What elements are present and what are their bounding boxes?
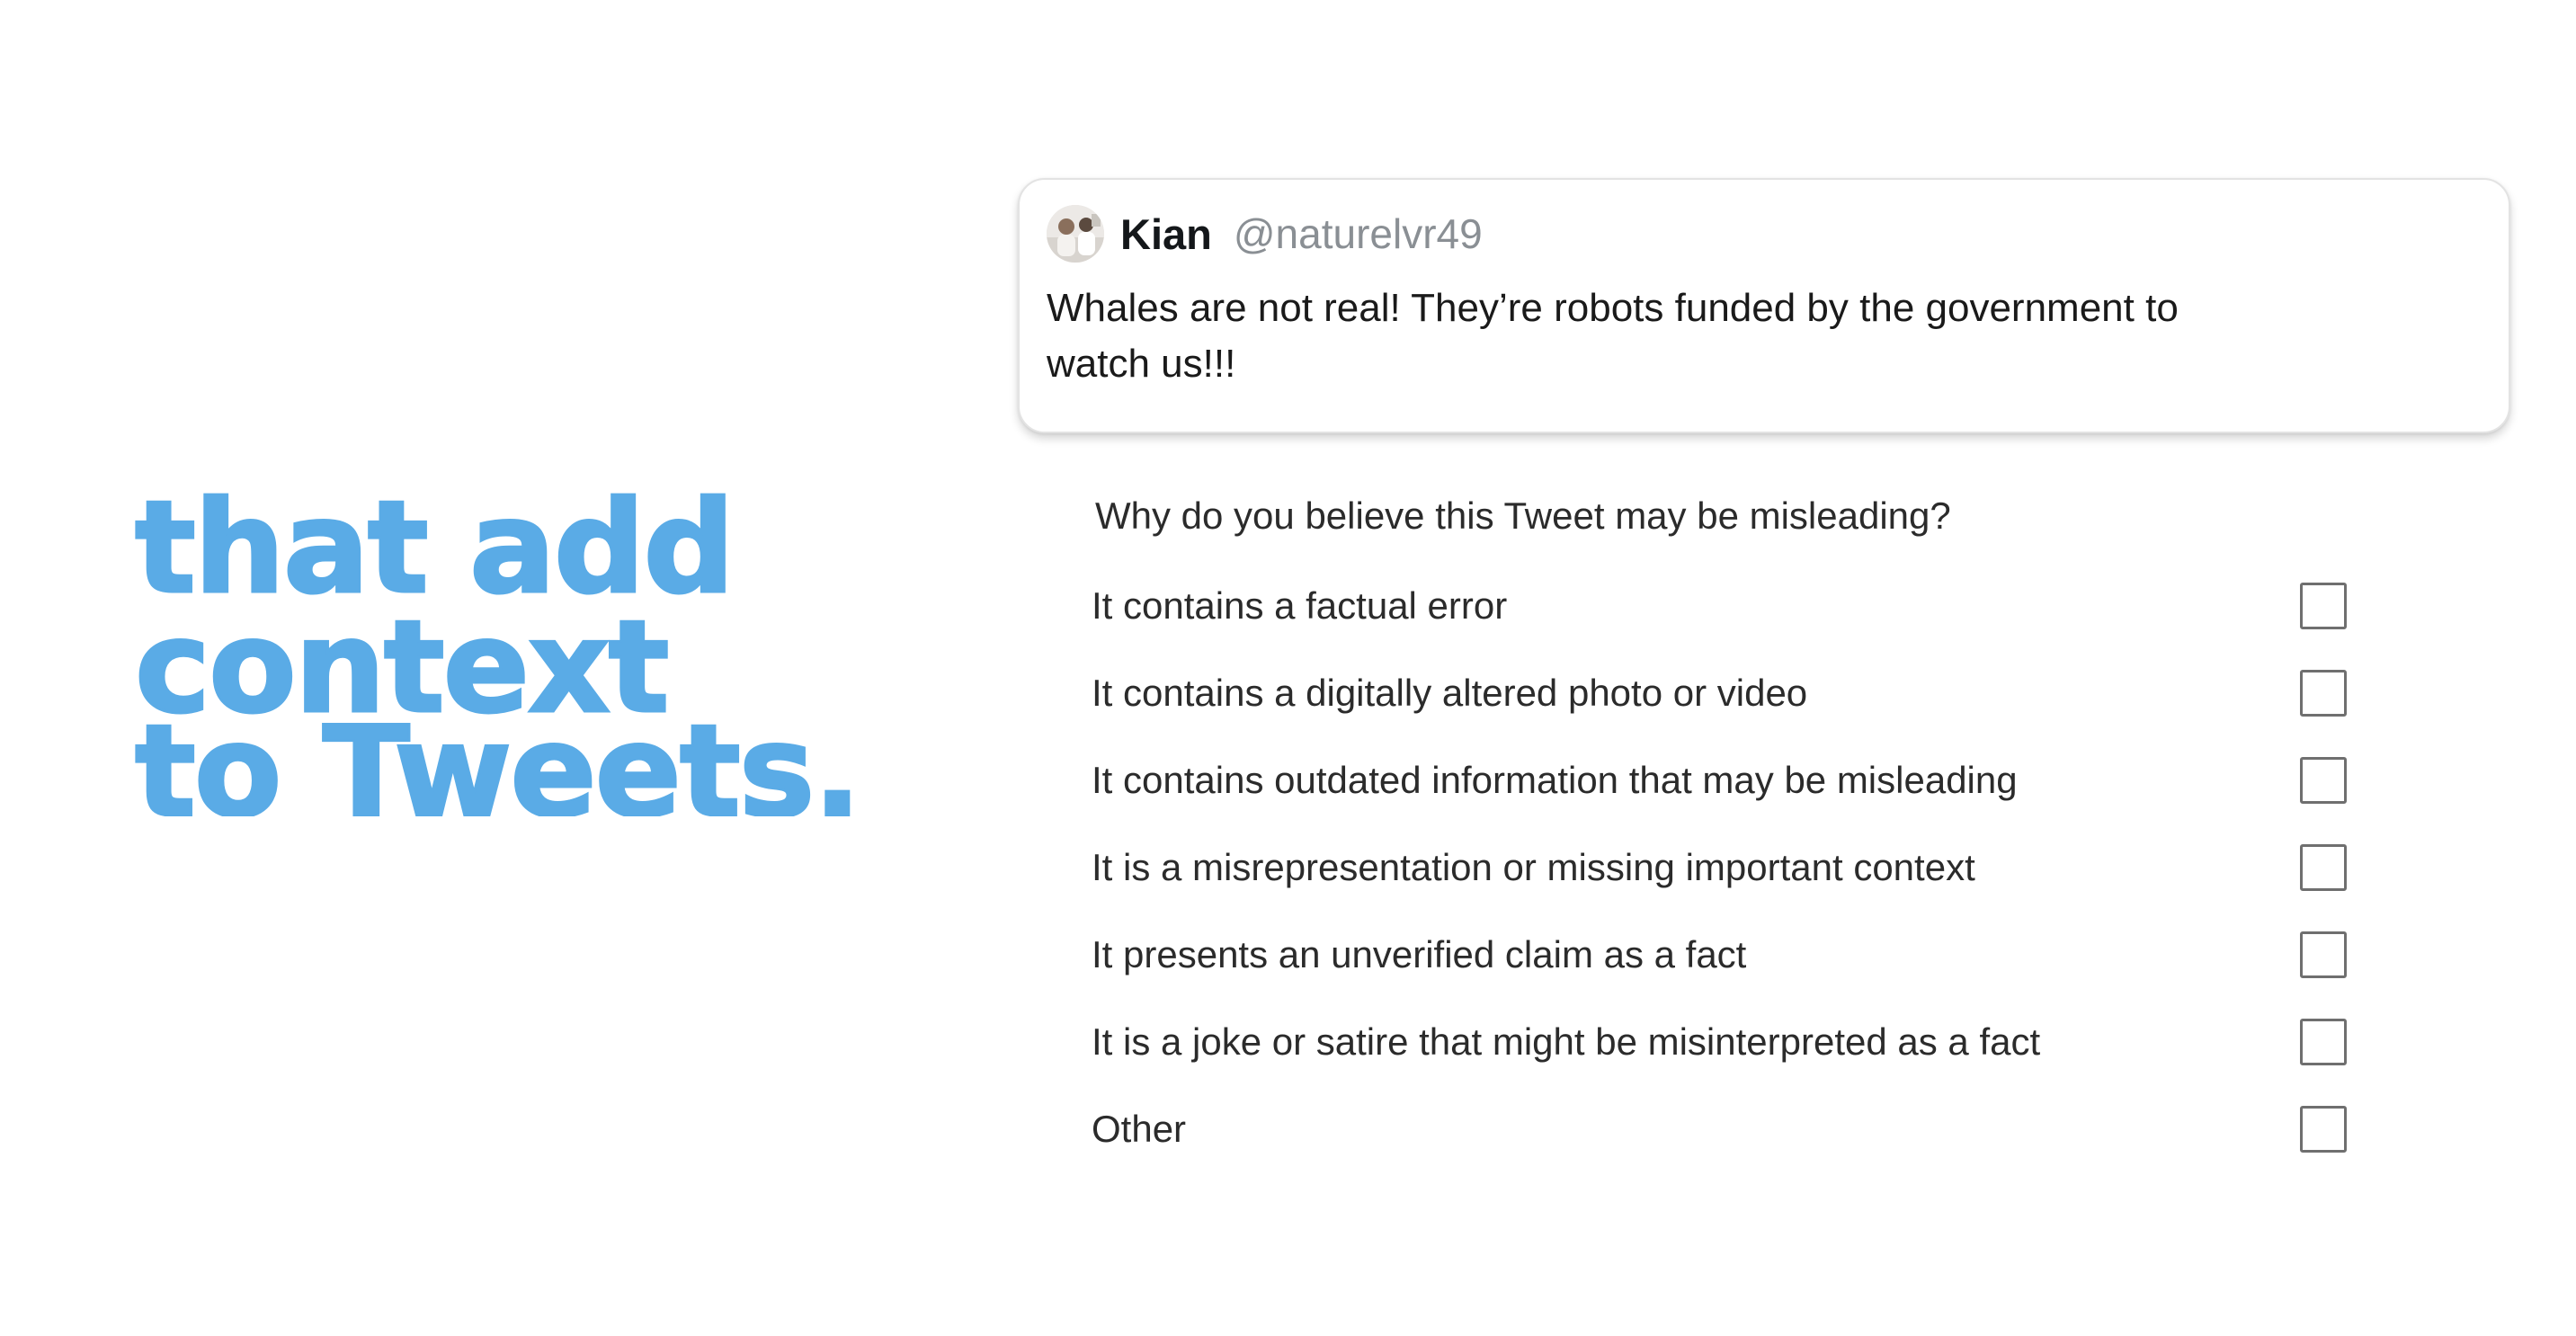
option-checkbox[interactable] [2300, 931, 2347, 978]
option-checkbox[interactable] [2300, 756, 2347, 804]
promo-headline: that add context to Tweets. [134, 474, 944, 817]
option-label: It is a joke or satire that might be mis… [1092, 1020, 2041, 1063]
tweet-header: Kian @naturelvr49 [1047, 205, 2480, 263]
tweet-text: Whales are not real! They’re robots fund… [1047, 286, 2179, 386]
tweet-display-name[interactable]: Kian [1120, 209, 1212, 259]
option-checkbox[interactable] [2300, 1018, 2347, 1065]
survey-option[interactable]: It contains a factual error [1092, 562, 2347, 649]
headline-line-3: to Tweets. [135, 723, 863, 817]
option-label: It is a misrepresentation or missing imp… [1092, 845, 1975, 888]
survey-option[interactable]: It contains outdated information that ma… [1092, 736, 2347, 824]
option-checkbox[interactable] [2300, 669, 2347, 717]
option-checkbox[interactable] [2300, 843, 2347, 891]
option-label: It contains outdated information that ma… [1092, 758, 2018, 801]
survey-option[interactable]: It presents an unverified claim as a fac… [1092, 911, 2347, 998]
headline-line-1: that add [134, 474, 736, 622]
avatar[interactable] [1047, 205, 1104, 263]
option-checkbox[interactable] [2300, 1105, 2347, 1153]
survey-option[interactable]: It is a misrepresentation or missing imp… [1092, 824, 2347, 911]
option-label: It presents an unverified claim as a fac… [1092, 932, 1747, 975]
survey-option[interactable]: It is a joke or satire that might be mis… [1092, 998, 2347, 1085]
survey-option[interactable]: Other [1092, 1085, 2347, 1172]
survey-options-list: It contains a factual error It contains … [1092, 562, 2347, 1172]
survey-option[interactable]: It contains a digitally altered photo or… [1092, 649, 2347, 736]
tweet-card: Kian @naturelvr49 Whales are not real! T… [1018, 178, 2510, 433]
survey-question: Why do you believe this Tweet may be mis… [1095, 494, 1951, 537]
option-label: It contains a factual error [1092, 583, 1508, 627]
option-label: It contains a digitally altered photo or… [1092, 671, 1808, 714]
profile-photo-icon [1047, 205, 1104, 263]
tweet-handle[interactable]: @naturelvr49 [1234, 209, 1483, 258]
headline-line-2: context [134, 593, 671, 743]
option-label: Other [1092, 1107, 1187, 1150]
option-checkbox[interactable] [2300, 582, 2347, 629]
